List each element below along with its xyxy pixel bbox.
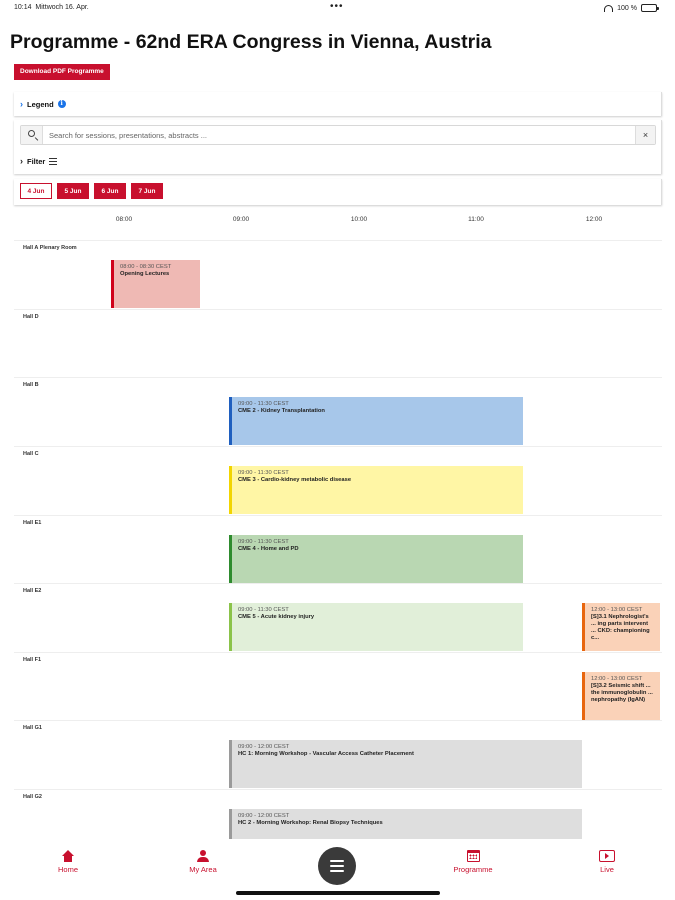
menu-button[interactable] bbox=[318, 847, 356, 885]
page-title: Programme - 62nd ERA Congress in Vienna,… bbox=[10, 31, 492, 53]
session-time: 09:00 - 12:00 CEST bbox=[238, 744, 290, 750]
status-time-date: 10:14 Mittwoch 16. Apr. bbox=[14, 4, 89, 11]
chevron-right-icon: › bbox=[20, 99, 23, 109]
search-filter-panel: × › Filter bbox=[14, 120, 662, 174]
filter-label: Filter bbox=[27, 156, 46, 166]
battery-icon bbox=[641, 4, 659, 12]
home-indicator[interactable] bbox=[236, 891, 440, 895]
legend-panel[interactable]: › Legend i bbox=[14, 92, 662, 116]
hall-label: Hall G1 bbox=[23, 725, 42, 731]
multitasking-dots[interactable]: ••• bbox=[330, 1, 344, 12]
session-title: CME 5 - Acute kidney injury bbox=[238, 614, 315, 620]
hall-label: Hall B bbox=[23, 382, 39, 388]
hall-row: Hall F1 bbox=[14, 652, 662, 721]
session-card[interactable]: 09:00 - 11:30 CEST CME 5 - Acute kidney … bbox=[229, 603, 523, 651]
search-input[interactable] bbox=[49, 129, 619, 141]
hamburger-icon bbox=[330, 860, 344, 862]
hall-label: Hall E2 bbox=[23, 588, 42, 594]
session-time: 12:00 - 13:00 CEST bbox=[591, 607, 643, 613]
session-title: CME 4 - Home and PD bbox=[238, 546, 299, 552]
session-time: 12:00 - 13:00 CEST bbox=[591, 676, 643, 682]
battery-percent: 100 % bbox=[617, 4, 637, 12]
day-selector: 4 Jun 5 Jun 6 Jun 7 Jun bbox=[14, 179, 662, 205]
hall-label: Hall E1 bbox=[23, 520, 42, 526]
day-tab-6-jun[interactable]: 6 Jun bbox=[94, 183, 126, 199]
filter-sliders-icon bbox=[49, 157, 58, 165]
clear-search-icon[interactable]: × bbox=[635, 126, 655, 144]
session-card[interactable]: 09:00 - 11:30 CEST CME 2 - Kidney Transp… bbox=[229, 397, 523, 445]
session-title: HC 1: Morning Workshop - Vascular Access… bbox=[238, 751, 414, 757]
hall-label: Hall A Plenary Room bbox=[23, 245, 77, 251]
session-title: HC 2 - Morning Workshop: Renal Biopsy Te… bbox=[238, 820, 383, 826]
session-card[interactable]: 09:00 - 11:30 CEST CME 4 - Home and PD bbox=[229, 535, 523, 583]
nav-label: Live bbox=[600, 865, 614, 874]
programme-screen: 10:14 Mittwoch 16. Apr. ••• 100 % Progra… bbox=[0, 0, 675, 900]
session-card[interactable]: 09:00 - 12:00 CEST HC 2 - Morning Worksh… bbox=[229, 809, 582, 839]
search-icon bbox=[21, 126, 43, 144]
info-icon[interactable]: i bbox=[57, 100, 66, 108]
status-right: 100 % bbox=[604, 4, 659, 12]
day-tab-7-jun[interactable]: 7 Jun bbox=[131, 183, 163, 199]
hall-label: Hall G2 bbox=[23, 794, 42, 800]
nav-label: My Area bbox=[189, 865, 217, 874]
session-title: CME 2 - Kidney Transplantation bbox=[238, 408, 325, 414]
session-card[interactable]: 09:00 - 11:30 CEST CME 3 - Cardio-kidney… bbox=[229, 466, 523, 514]
nav-live[interactable]: Live bbox=[567, 850, 647, 874]
session-title: CME 3 - Cardio-kidney metabolic disease bbox=[238, 477, 352, 483]
session-card[interactable]: 08:00 - 08:30 CEST Opening Lectures bbox=[111, 260, 200, 308]
session-title: [S]3.1 Nephrologist's ... ing parts inte… bbox=[591, 614, 650, 641]
nav-label: Home bbox=[57, 865, 78, 874]
session-time: 09:00 - 11:30 CEST bbox=[238, 607, 289, 613]
hall-label: Hall C bbox=[23, 451, 39, 457]
search-bar[interactable]: × bbox=[20, 125, 656, 145]
time-label: 12:00 bbox=[585, 216, 603, 223]
day-tab-5-jun[interactable]: 5 Jun bbox=[57, 183, 89, 199]
legend-toggle[interactable]: › Legend i bbox=[20, 99, 66, 109]
time-label: 09:00 bbox=[232, 216, 250, 223]
session-time: 09:00 - 11:30 CEST bbox=[238, 401, 289, 407]
home-icon bbox=[62, 850, 74, 862]
session-time: 09:00 - 12:00 CEST bbox=[238, 813, 290, 819]
filter-toggle[interactable]: › Filter bbox=[20, 156, 58, 166]
legend-label: Legend bbox=[27, 99, 54, 109]
user-icon bbox=[197, 850, 209, 862]
play-video-icon bbox=[599, 850, 615, 862]
calendar-icon bbox=[466, 850, 480, 862]
hall-label: Hall D bbox=[23, 314, 39, 320]
session-time: 09:00 - 11:30 CEST bbox=[238, 539, 289, 545]
session-card[interactable]: 12:00 - 13:00 CEST [S]3.1 Nephrologist's… bbox=[582, 603, 660, 651]
hall-row: Hall D bbox=[14, 309, 662, 378]
nav-programme[interactable]: Programme bbox=[433, 850, 513, 874]
chevron-right-icon: › bbox=[20, 156, 23, 166]
wifi-icon bbox=[604, 4, 614, 12]
nav-home[interactable]: Home bbox=[28, 850, 108, 874]
nav-label: Programme bbox=[453, 865, 493, 874]
hall-label: Hall F1 bbox=[23, 657, 42, 663]
session-title: [S]3.2 Seismic shift ... the immunoglobu… bbox=[591, 683, 653, 703]
time-label: 10:00 bbox=[350, 216, 368, 223]
session-title: Opening Lectures bbox=[120, 271, 170, 277]
day-tab-4-jun[interactable]: 4 Jun bbox=[20, 183, 52, 199]
session-card[interactable]: 09:00 - 12:00 CEST HC 1: Morning Worksho… bbox=[229, 740, 582, 788]
session-time: 09:00 - 11:30 CEST bbox=[238, 470, 289, 476]
nav-my-area[interactable]: My Area bbox=[163, 850, 243, 874]
time-label: 08:00 bbox=[115, 216, 133, 223]
time-label: 11:00 bbox=[468, 216, 484, 223]
download-pdf-button[interactable]: Download PDF Programme bbox=[14, 64, 110, 80]
session-card[interactable]: 12:00 - 13:00 CEST [S]3.2 Seismic shift … bbox=[582, 672, 660, 720]
status-bar: 10:14 Mittwoch 16. Apr. ••• 100 % bbox=[0, 0, 675, 16]
session-time: 08:00 - 08:30 CEST bbox=[120, 264, 172, 270]
